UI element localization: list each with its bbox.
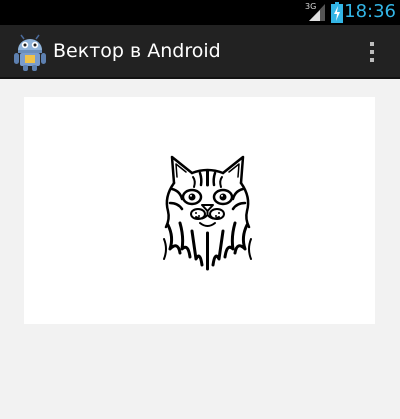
battery-charging-icon [331, 2, 343, 23]
cat-head-vector-image [163, 155, 252, 271]
app-title: Вектор в Android [53, 40, 221, 62]
overflow-dot [370, 50, 374, 54]
action-bar: Вектор в Android [0, 25, 400, 79]
status-bar: 3G 18:36 [0, 0, 400, 25]
signal-icon [309, 4, 325, 21]
android-robot-icon[interactable] [12, 34, 48, 72]
overflow-dot [370, 58, 374, 62]
overflow-menu-button[interactable] [362, 39, 382, 65]
overflow-dot [370, 42, 374, 46]
status-clock: 18:36 [344, 1, 396, 22]
